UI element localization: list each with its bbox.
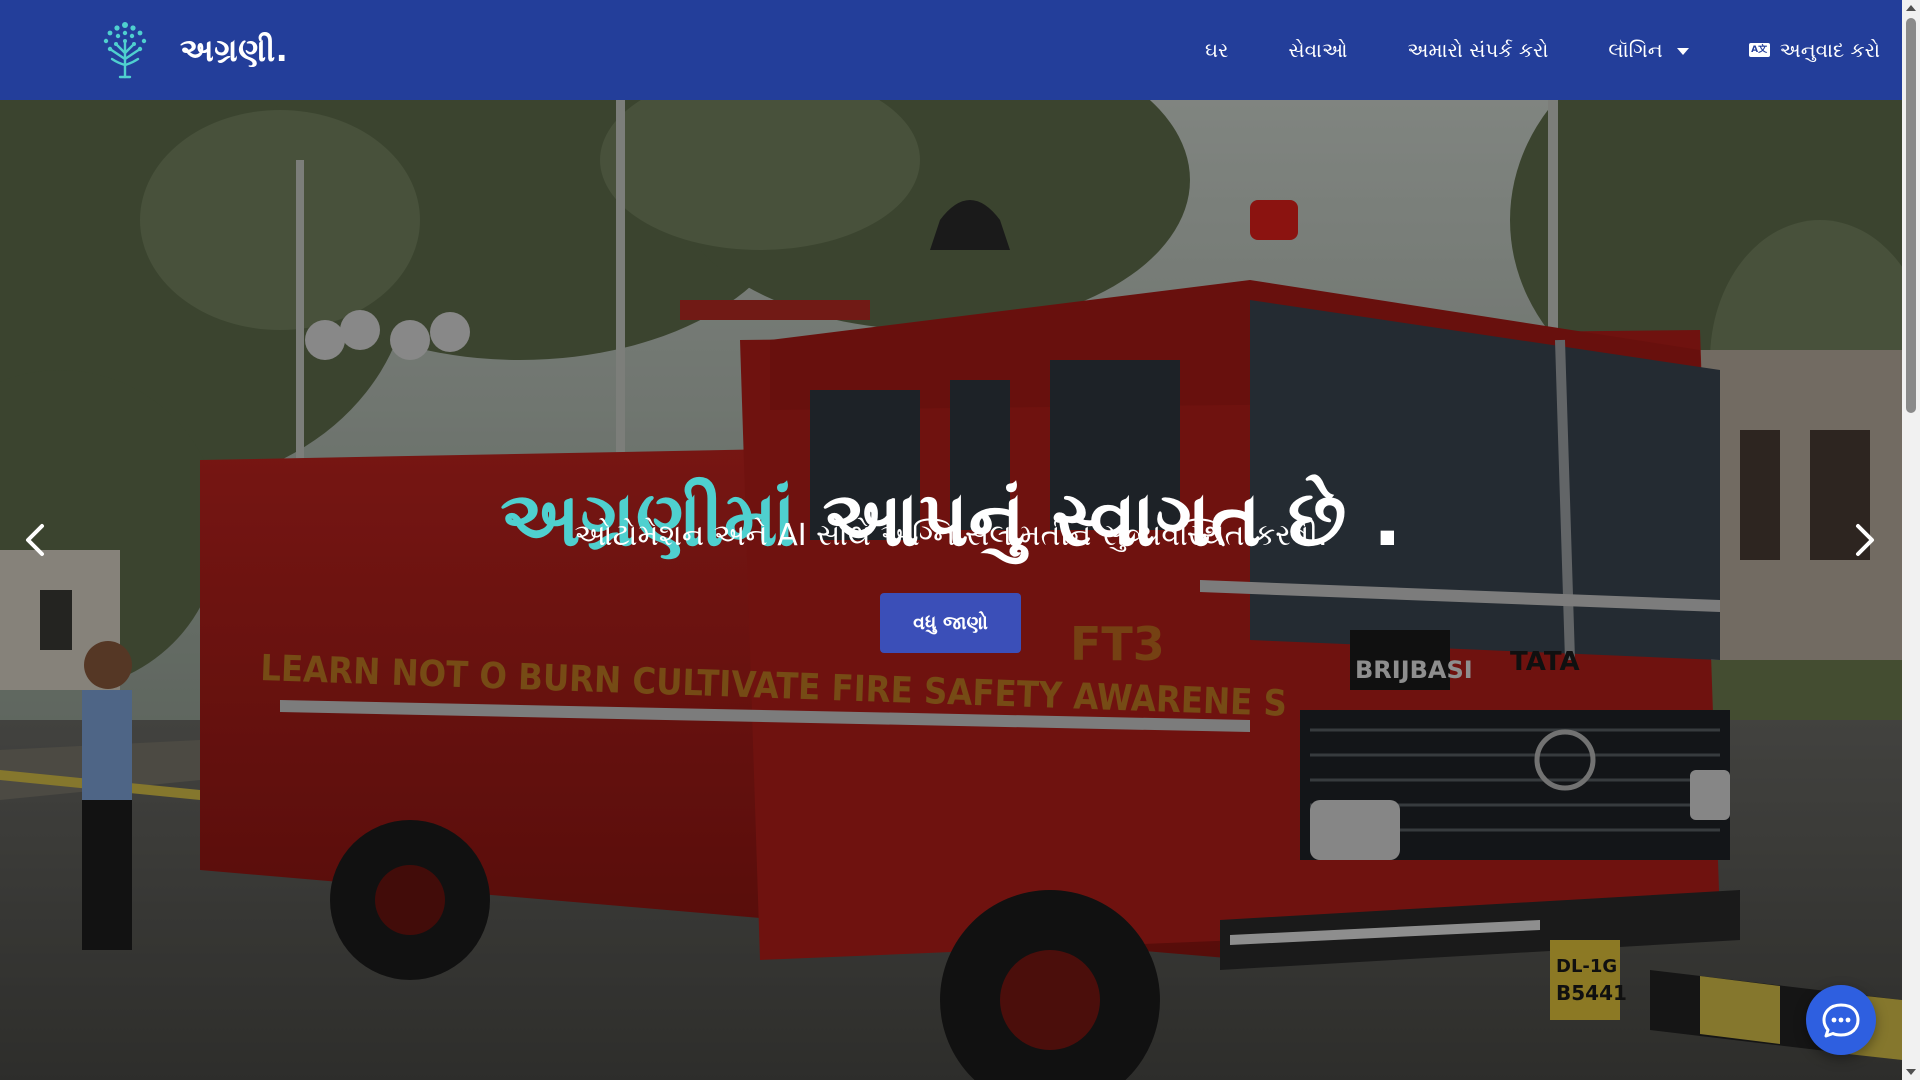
hero-carousel: LEARN NOT O BURN CULTIVATE FIRE SAFETY A… (0, 100, 1902, 1080)
scroll-down-arrow-icon[interactable] (1906, 1069, 1916, 1075)
nav-item-label: ઘર (1204, 38, 1229, 62)
caret-down-icon (1676, 47, 1689, 55)
main-nav: ઘર સેવાઓ અમારો સંપર્ક કરો લૉગિન A文 અનુવા… (1145, 0, 1880, 100)
scroll-up-arrow-icon[interactable] (1906, 5, 1916, 11)
nav-item-label: સેવાઓ (1288, 38, 1348, 62)
tree-logo-icon (103, 22, 147, 79)
nav-item-label: લૉગિન (1608, 38, 1663, 62)
nav-item-contact[interactable]: અમારો સંપર્ક કરો (1407, 38, 1548, 62)
hero-subtitle: ઓટોમેશન અને AI સાથે અગ્નિ સલામતીને સુવ્ય… (574, 518, 1328, 553)
learn-more-button[interactable]: વધુ જાણો (880, 593, 1021, 653)
translate-button[interactable]: A文 અનુવાદ કરો (1748, 38, 1880, 62)
page-scrollbar[interactable] (1902, 0, 1920, 1080)
chat-widget-button[interactable] (1806, 985, 1876, 1055)
nav-item-services[interactable]: સેવાઓ (1288, 38, 1347, 62)
chevron-left-icon[interactable] (20, 520, 50, 560)
translate-icon: A文 (1748, 43, 1770, 57)
scroll-thumb[interactable] (1906, 18, 1916, 413)
nav-item-label: અમારો સંપર્ક કરો (1407, 38, 1549, 62)
chevron-right-icon[interactable] (1850, 520, 1880, 560)
nav-item-login-dropdown[interactable]: લૉગિન (1608, 38, 1689, 62)
brand-name: અગ્રણી. (180, 30, 289, 69)
translate-label: અનુવાદ કરો (1779, 38, 1880, 62)
nav-item-home[interactable]: ઘર (1205, 38, 1228, 62)
navbar: અગ્રણી. ઘર સેવાઓ અમારો સંપર્ક કરો લૉગિન … (0, 0, 1902, 100)
brand[interactable]: અગ્રણી. (98, 18, 288, 82)
hero-dim-overlay (0, 100, 1902, 1080)
chat-bubble-icon (1822, 1003, 1860, 1038)
